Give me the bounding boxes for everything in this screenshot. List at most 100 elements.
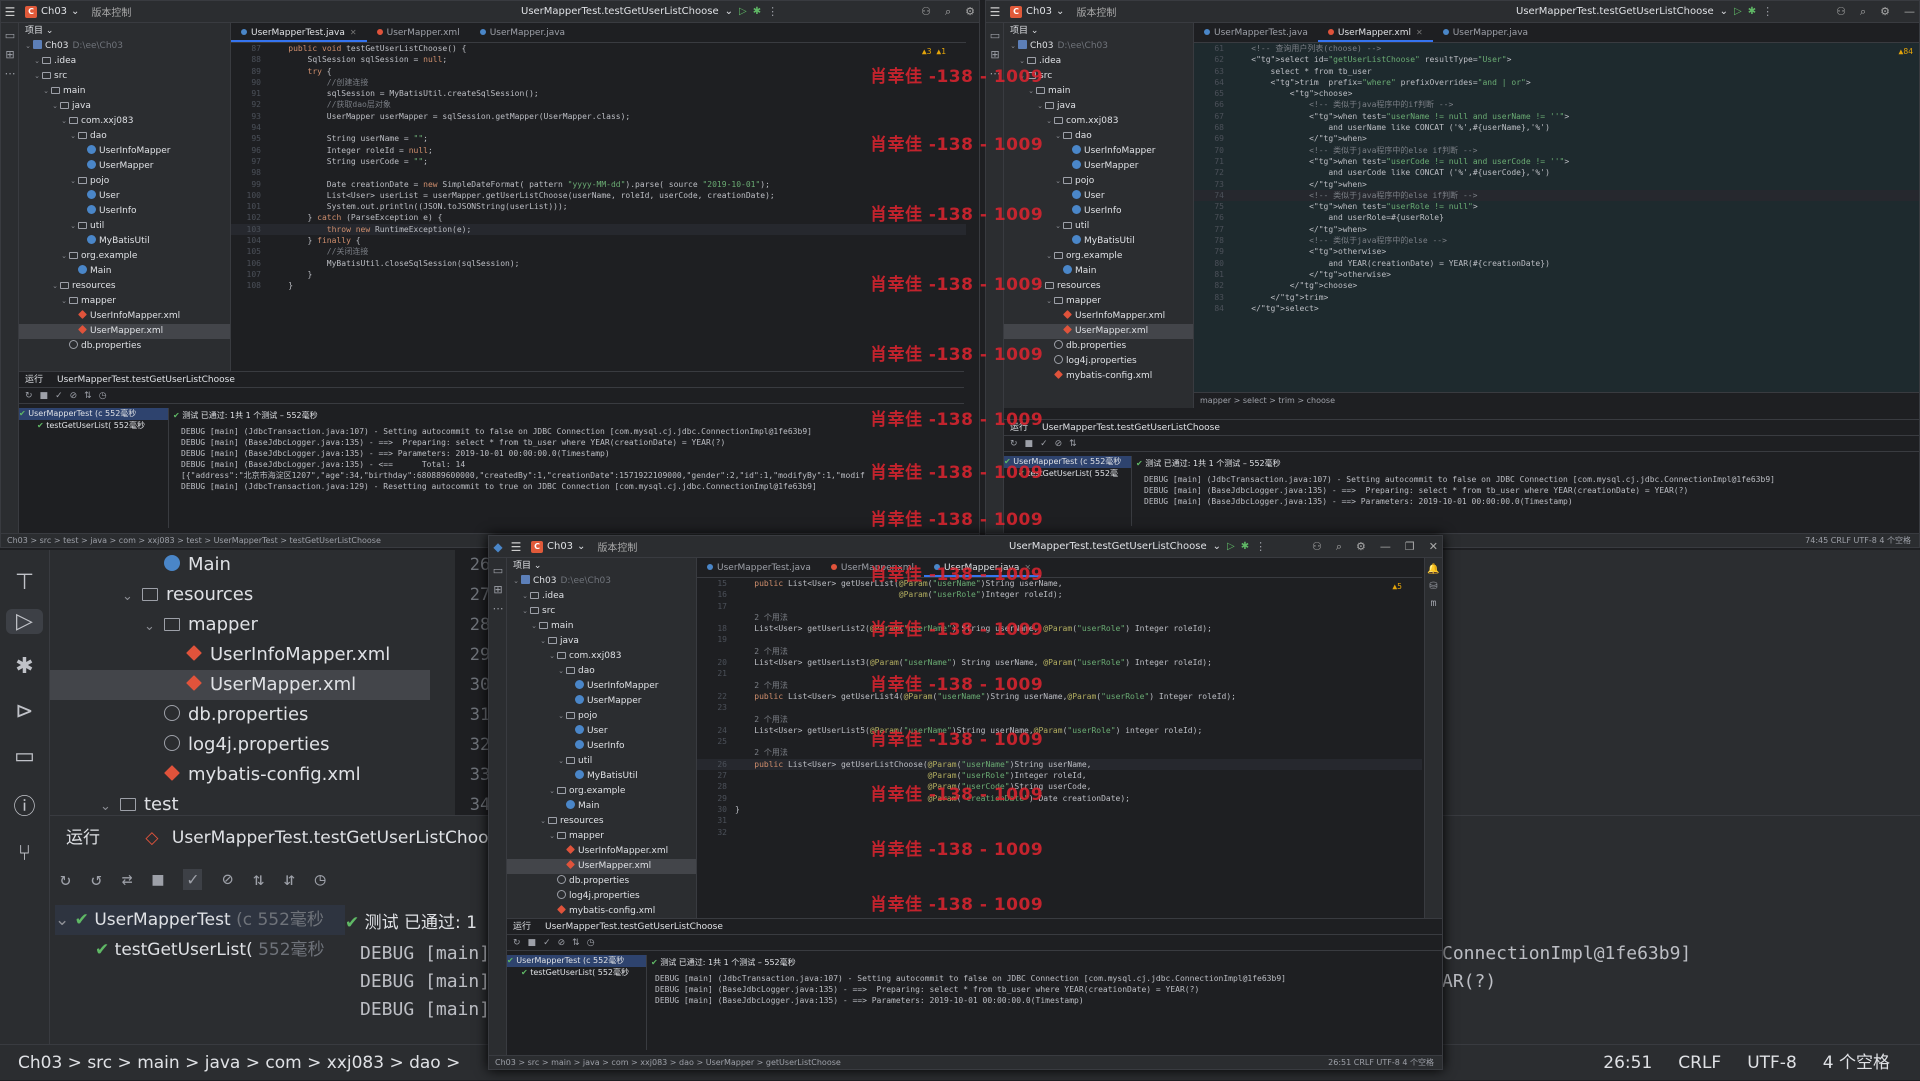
tree-node[interactable]: ⌄ com.xxj083 [1004, 114, 1193, 129]
tree-node[interactable]: mybatis-config.xml [1004, 369, 1193, 384]
w3-ignored-icon[interactable]: ⊘ [558, 938, 566, 948]
w1-settings-icon[interactable]: ⚙ [965, 5, 975, 19]
zoomed-terminal-icon[interactable]: ▭ [0, 744, 49, 769]
code-line[interactable]: 108 } [231, 280, 966, 291]
tree-node[interactable]: Main [1004, 264, 1193, 279]
w2-console[interactable]: DEBUG [main] (JdbcTransaction.java:107) … [1144, 474, 1914, 529]
w3-database-icon[interactable]: ⛁ [1425, 581, 1442, 592]
zoomed-test-root[interactable]: ⌄ ✔ UserMapperTest (c 552毫秒 [55, 905, 345, 935]
w1-project-icon[interactable]: ▭ [1, 29, 19, 42]
chevron-down-icon[interactable]: ⌄ [68, 219, 78, 234]
zoomed-git-icon[interactable]: ⑂ [0, 841, 49, 866]
zoomed-tree-node[interactable]: Main [50, 550, 450, 580]
zoomed-problems-icon[interactable]: ⓘ [0, 789, 49, 821]
tree-node[interactable]: ⌄ main [507, 619, 696, 634]
zoomed-tree-node[interactable]: ⌄ resources [50, 580, 450, 610]
code-line[interactable]: 93 UserMapper userMapper = sqlSession.ge… [231, 111, 966, 122]
close-icon[interactable]: ✕ [1024, 563, 1031, 572]
zoomed-status-item[interactable]: 4 个空格 [1823, 1053, 1890, 1073]
zoomed-rerun-icon[interactable]: ↻ [60, 869, 71, 890]
code-line[interactable]: 20 List<User> getUserList3(@Param("userN… [697, 657, 1422, 668]
editor-tab[interactable]: UserMapper.xml [821, 558, 924, 577]
tree-node[interactable]: ⌄ java [1004, 99, 1193, 114]
chevron-down-icon[interactable]: ⌄ [1026, 84, 1036, 99]
tree-node[interactable]: ⌄ Ch03 D:\ee\Ch03 [19, 39, 230, 54]
tree-node[interactable]: ⌄ Ch03 D:\ee\Ch03 [1004, 39, 1193, 54]
code-line[interactable]: 21 [697, 668, 1422, 679]
chevron-down-icon[interactable]: ⌄ [59, 114, 69, 129]
tree-node[interactable]: UserInfo [19, 204, 230, 219]
tree-node[interactable]: Main [19, 264, 230, 279]
code-line[interactable]: 91 sqlSession = MyBatisUtil.createSqlSes… [231, 88, 966, 99]
tree-node[interactable]: ⌄ pojo [507, 709, 696, 724]
code-line[interactable]: 98 [231, 167, 966, 178]
tree-node[interactable]: UserInfo [1004, 204, 1193, 219]
code-line[interactable]: 22 public List<User> getUserList4(@Param… [697, 691, 1422, 702]
w2-project-switcher[interactable]: C Ch03 ⌄ [1010, 5, 1064, 18]
close-icon[interactable]: ✕ [1416, 28, 1423, 37]
w3-project-switcher[interactable]: C Ch03 ⌄ [531, 540, 585, 553]
w3-run-tab[interactable]: UserMapperTest.testGetUserListChoose [545, 919, 723, 935]
tree-node[interactable]: ⌄ resources [19, 279, 230, 294]
zoomed-stop-icon[interactable]: ■ [153, 869, 164, 890]
w1-code-area[interactable]: 87 public void testGetUserListChoose() {… [231, 43, 966, 371]
zoomed-tree-node[interactable]: ⌄ test [50, 790, 450, 815]
tree-node[interactable]: UserMapper.xml [507, 859, 696, 874]
code-line[interactable]: 95 String userName = ""; [231, 133, 966, 144]
w2-search-icon[interactable]: ⌕ [1860, 5, 1866, 19]
tree-node[interactable]: ⌄ java [19, 99, 230, 114]
tree-node[interactable]: ⌄ pojo [19, 174, 230, 189]
w3-settings-icon[interactable]: ⚙ [1356, 540, 1366, 554]
w2-user-icon[interactable]: ⚇ [1836, 5, 1846, 19]
zoomed-tree-node[interactable]: ⌄ mapper [50, 610, 450, 640]
tree-node[interactable]: UserInfoMapper [1004, 144, 1193, 159]
tree-node[interactable]: UserMapper.xml [1004, 324, 1193, 339]
tree-node[interactable]: User [19, 189, 230, 204]
w2-passed-icon[interactable]: ✓ [1040, 439, 1048, 449]
w2-run-tab[interactable]: UserMapperTest.testGetUserListChoose [1042, 420, 1220, 436]
tree-node[interactable]: UserMapper.xml [19, 324, 230, 339]
code-line[interactable]: 78 <!-- 类似于java程序中的else --> [1194, 235, 1919, 246]
chevron-down-icon[interactable]: ⌄ [1008, 39, 1018, 54]
chevron-down-icon[interactable]: ⌄ [556, 664, 566, 679]
w3-test-child[interactable]: ✔ testGetUserList( 552毫秒 [507, 967, 646, 979]
w1-structure-icon[interactable]: ⊞ [1, 48, 19, 61]
tree-node[interactable]: User [507, 724, 696, 739]
code-line[interactable]: 76 and userRole=#{userRole} [1194, 212, 1919, 223]
code-line[interactable]: 62 <"tg">select id="getUserListChoose" r… [1194, 54, 1919, 65]
chevron-down-icon[interactable]: ⌄ [23, 39, 33, 54]
chevron-down-icon[interactable]: ⌄ [1053, 174, 1063, 189]
tree-node[interactable]: UserInfo [507, 739, 696, 754]
w2-test-child[interactable]: ✔ testGetUserList( 552毫 [1004, 468, 1131, 480]
w2-code-area[interactable]: 61 <!-- 查询用户列表(choose) --> 62 <"tg">selec… [1194, 43, 1919, 392]
w1-test-root[interactable]: ✔ UserMapperTest (c 552毫秒 [19, 408, 168, 420]
w1-vcs-menu[interactable]: 版本控制 [91, 4, 131, 19]
zoomed-status-item[interactable]: UTF-8 [1747, 1053, 1797, 1073]
w1-ignored-icon[interactable]: ⊘ [70, 391, 78, 401]
tree-node[interactable]: ⌄ .idea [19, 54, 230, 69]
editor-tab[interactable]: UserMapper.java [470, 23, 575, 42]
code-line[interactable]: 75 <"tg">when test="userRole != null"> [1194, 201, 1919, 212]
tree-node[interactable]: ⌄ mapper [507, 829, 696, 844]
code-line[interactable]: 74 <!-- 类似于java程序中的else if判断 --> [1194, 189, 1919, 202]
code-line[interactable]: 80 and YEAR(creationDate) = YEAR(#{creat… [1194, 258, 1919, 269]
code-line[interactable]: 26 public List<User> getUserListChoose(@… [697, 758, 1422, 771]
chevron-down-icon[interactable]: ⌄ [144, 612, 164, 642]
code-line[interactable]: 81 </"tg">otherwise> [1194, 269, 1919, 280]
chevron-down-icon[interactable]: ⌄ [59, 249, 69, 264]
chevron-down-icon[interactable]: ⌄ [50, 99, 60, 114]
w1-clock-icon[interactable]: ◷ [99, 391, 107, 401]
zoomed-run-tab[interactable]: UserMapperTest.testGetUserListChoose [172, 828, 508, 848]
code-line[interactable]: 2 个用法 [697, 646, 1422, 657]
editor-tab[interactable]: UserMapper.java [1433, 23, 1538, 42]
zoomed-sort-dur-icon[interactable]: ⇵ [284, 869, 295, 890]
tree-node[interactable]: ⌄ mapper [19, 294, 230, 309]
zoomed-tree-node[interactable]: UserMapper.xml [50, 670, 430, 700]
chevron-down-icon[interactable]: ⌄ [100, 792, 120, 815]
chevron-down-icon[interactable]: ⌄ [32, 69, 42, 84]
zoomed-run-icon[interactable]: ▷ [6, 609, 43, 634]
w2-main-menu-icon[interactable]: ☰ [986, 5, 1004, 19]
w1-rerun-icon[interactable]: ↻ [25, 391, 33, 401]
code-line[interactable]: 73 </"tg">when> [1194, 179, 1919, 190]
w2-project-icon[interactable]: ▭ [986, 29, 1004, 42]
